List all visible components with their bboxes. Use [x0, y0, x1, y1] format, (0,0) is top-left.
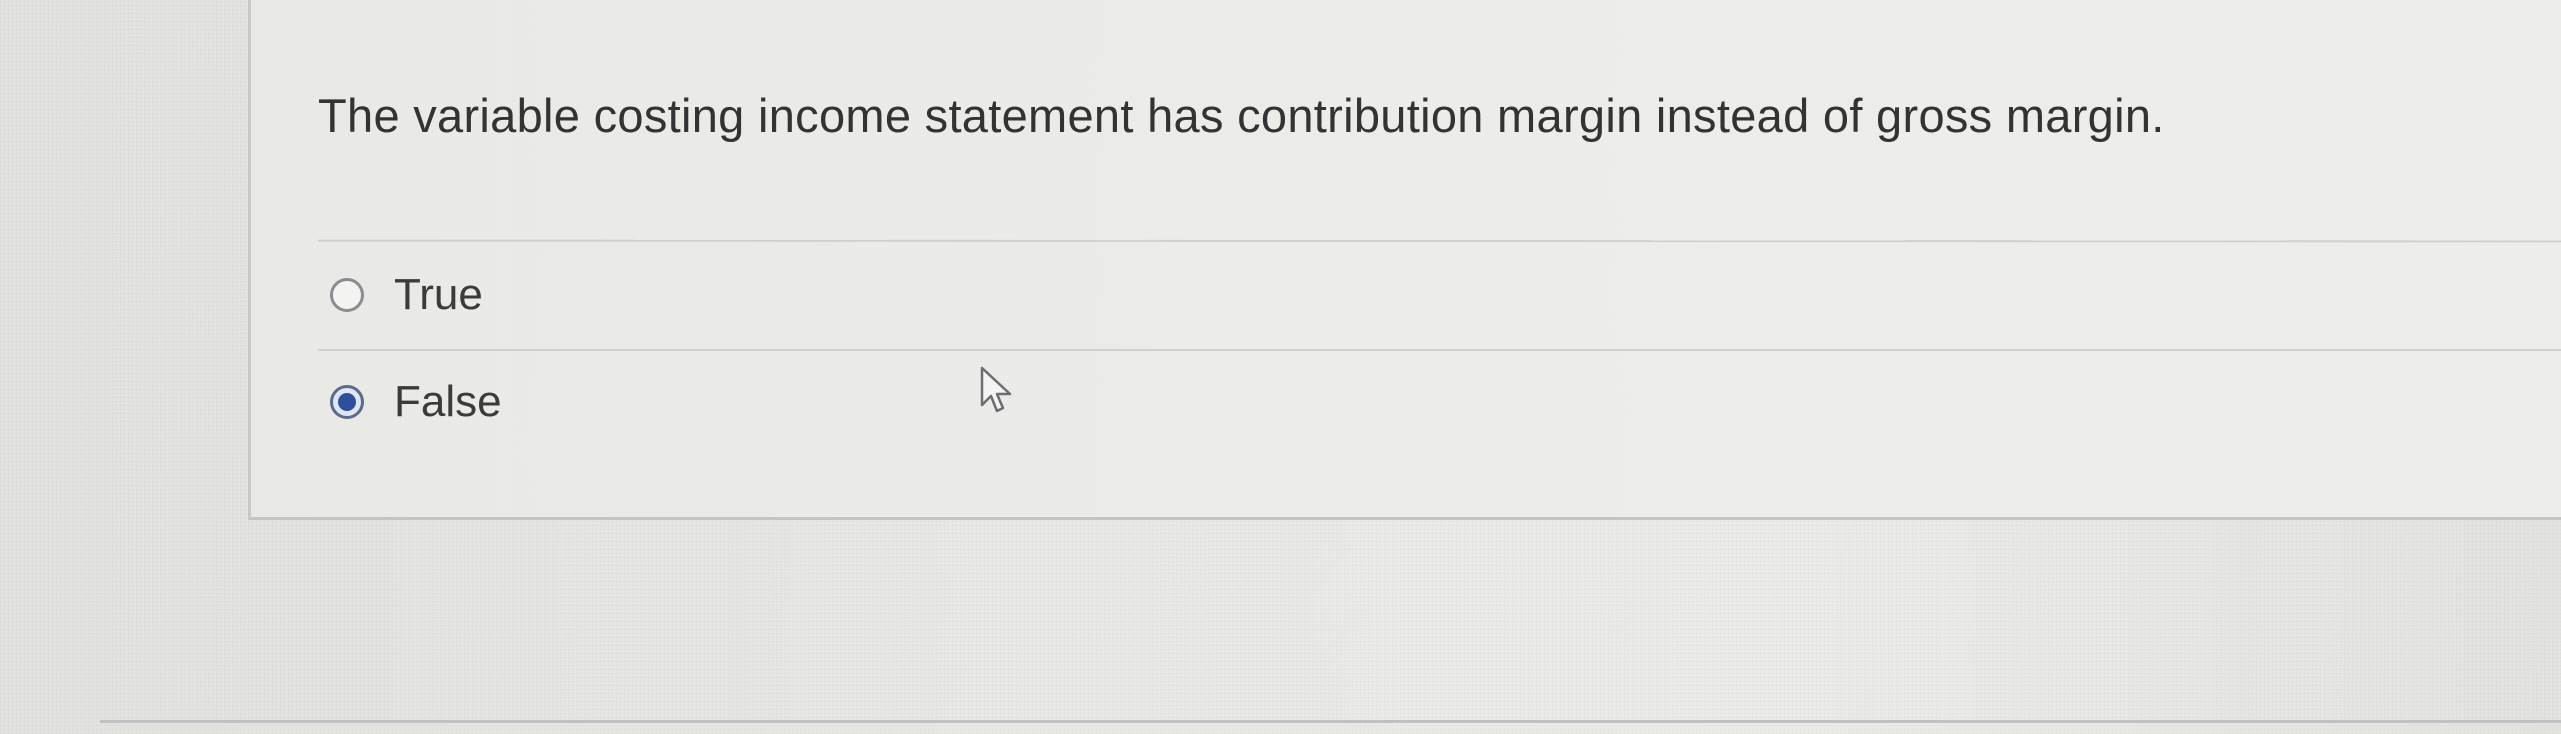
answer-option-true[interactable]: True [330, 270, 483, 320]
answer-label-true: True [394, 270, 483, 319]
mouse-pointer-icon [980, 366, 1012, 413]
question-text: The variable costing income statement ha… [318, 89, 2165, 142]
radio-button-false[interactable] [330, 385, 364, 419]
next-card-edge [100, 720, 2561, 723]
answer-option-false[interactable]: False [330, 377, 502, 427]
answer-label-false: False [394, 377, 502, 426]
radio-button-true[interactable] [330, 278, 364, 312]
divider [318, 349, 2561, 351]
question-card [248, 0, 2561, 520]
